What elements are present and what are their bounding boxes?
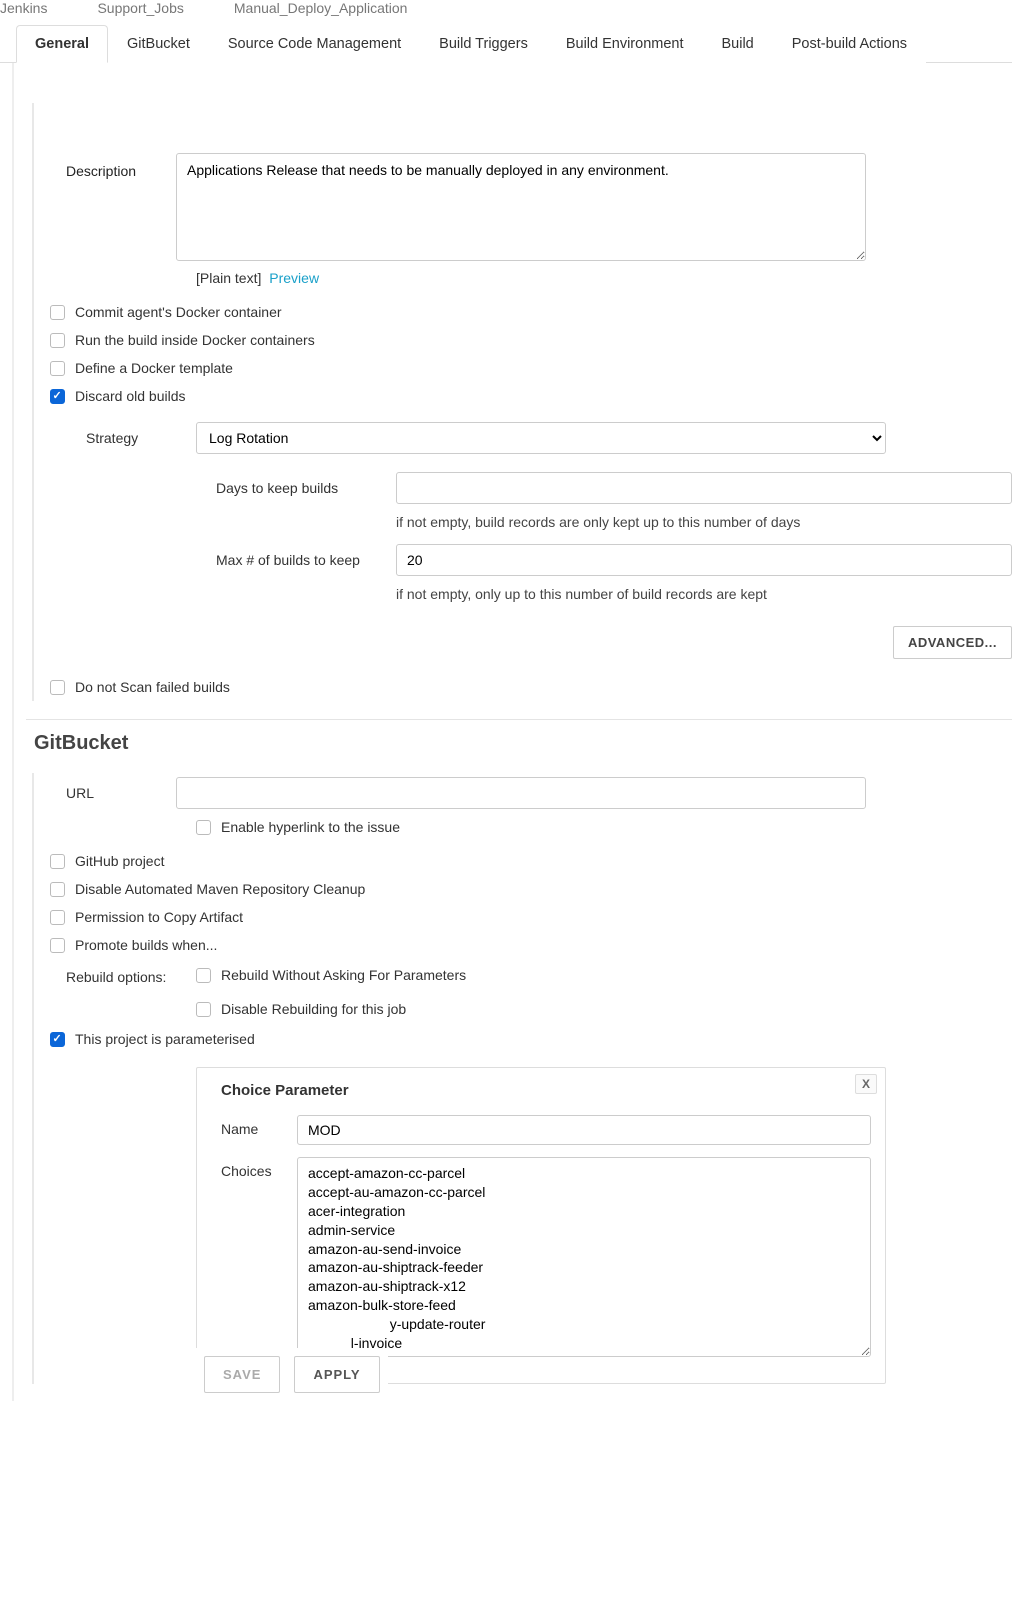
strategy-select[interactable]: Log Rotation	[196, 422, 886, 454]
do-not-scan-checkbox[interactable]	[50, 680, 65, 695]
discard-old-builds-label[interactable]: Discard old builds	[75, 388, 186, 404]
run-inside-docker-label[interactable]: Run the build inside Docker containers	[75, 332, 315, 348]
param-name-label: Name	[221, 1115, 297, 1137]
disable-maven-cleanup-label[interactable]: Disable Automated Maven Repository Clean…	[75, 881, 365, 897]
disable-rebuilding-label[interactable]: Disable Rebuilding for this job	[221, 1001, 406, 1017]
parameterised-checkbox[interactable]	[50, 1032, 65, 1047]
permission-copy-checkbox[interactable]	[50, 910, 65, 925]
tab-build-triggers[interactable]: Build Triggers	[420, 25, 547, 63]
param-choices-textarea[interactable]	[297, 1157, 871, 1357]
plain-text-indicator: [Plain text]	[196, 270, 261, 286]
disable-rebuilding-checkbox[interactable]	[196, 1002, 211, 1017]
param-choices-label: Choices	[221, 1157, 297, 1179]
rebuild-without-asking-checkbox[interactable]	[196, 968, 211, 983]
max-builds-input[interactable]	[396, 544, 1012, 576]
define-docker-template-label[interactable]: Define a Docker template	[75, 360, 233, 376]
breadcrumb: Jenkins Support_Jobs Manual_Deploy_Appli…	[0, 0, 1012, 24]
tab-build[interactable]: Build	[703, 25, 773, 63]
parameterised-label[interactable]: This project is parameterised	[75, 1031, 255, 1047]
save-button[interactable]: SAVE	[204, 1356, 280, 1393]
tab-source-code[interactable]: Source Code Management	[209, 25, 420, 63]
apply-button[interactable]: APPLY	[294, 1356, 379, 1393]
url-label: URL	[46, 785, 176, 801]
param-name-input[interactable]	[297, 1115, 871, 1145]
advanced-button[interactable]: ADVANCED...	[893, 626, 1012, 659]
days-to-keep-hint: if not empty, build records are only kep…	[396, 508, 1012, 544]
commit-docker-label[interactable]: Commit agent's Docker container	[75, 304, 282, 320]
tab-build-environment[interactable]: Build Environment	[547, 25, 703, 63]
breadcrumb-support-jobs[interactable]: Support_Jobs	[97, 0, 183, 16]
rebuild-without-asking-label[interactable]: Rebuild Without Asking For Parameters	[221, 967, 466, 983]
preview-link[interactable]: Preview	[269, 270, 319, 286]
github-project-label[interactable]: GitHub project	[75, 853, 164, 869]
choice-parameter-box: X Choice Parameter Name Choices	[196, 1067, 886, 1384]
max-builds-hint: if not empty, only up to this number of …	[396, 580, 1012, 616]
config-tabs: General GitBucket Source Code Management…	[16, 24, 1012, 62]
max-builds-label: Max # of builds to keep	[216, 552, 396, 568]
strategy-label: Strategy	[66, 430, 196, 446]
close-parameter-button[interactable]: X	[855, 1074, 877, 1094]
run-inside-docker-checkbox[interactable]	[50, 333, 65, 348]
url-input[interactable]	[176, 777, 866, 809]
tab-general[interactable]: General	[16, 25, 108, 63]
days-to-keep-input[interactable]	[396, 472, 1012, 504]
enable-hyperlink-label[interactable]: Enable hyperlink to the issue	[221, 819, 400, 835]
enable-hyperlink-checkbox[interactable]	[196, 820, 211, 835]
days-to-keep-label: Days to keep builds	[216, 480, 396, 496]
breadcrumb-jenkins[interactable]: Jenkins	[0, 0, 47, 16]
commit-docker-checkbox[interactable]	[50, 305, 65, 320]
promote-when-checkbox[interactable]	[50, 938, 65, 953]
permission-copy-label[interactable]: Permission to Copy Artifact	[75, 909, 243, 925]
tab-gitbucket[interactable]: GitBucket	[108, 25, 209, 63]
define-docker-template-checkbox[interactable]	[50, 361, 65, 376]
rebuild-options-label: Rebuild options:	[66, 967, 196, 985]
choice-parameter-title: Choice Parameter	[221, 1082, 871, 1099]
do-not-scan-label[interactable]: Do not Scan failed builds	[75, 679, 230, 695]
gitbucket-section-title: GitBucket	[34, 732, 1012, 755]
breadcrumb-manual-deploy[interactable]: Manual_Deploy_Application	[234, 0, 408, 16]
description-label: Description	[46, 153, 176, 179]
github-project-checkbox[interactable]	[50, 854, 65, 869]
disable-maven-cleanup-checkbox[interactable]	[50, 882, 65, 897]
discard-old-builds-checkbox[interactable]	[50, 389, 65, 404]
promote-when-label[interactable]: Promote builds when...	[75, 937, 217, 953]
description-textarea[interactable]	[176, 153, 866, 261]
tab-post-build[interactable]: Post-build Actions	[773, 25, 926, 63]
